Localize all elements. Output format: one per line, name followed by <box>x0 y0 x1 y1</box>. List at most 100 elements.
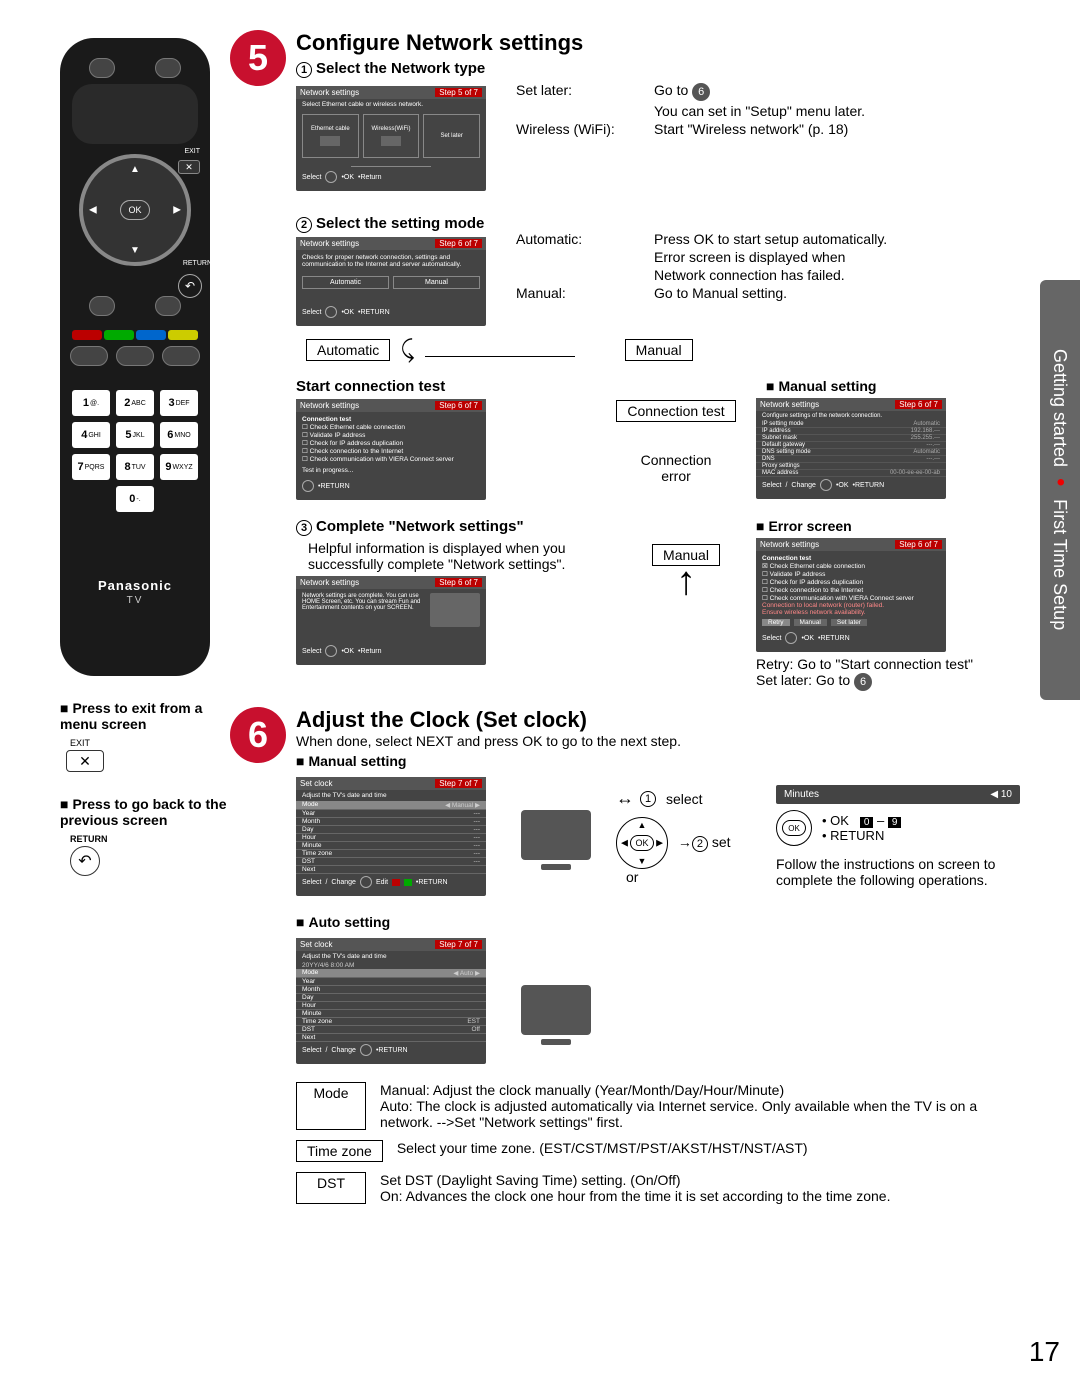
box-connection-test: Connection test <box>616 400 735 422</box>
remote-button[interactable] <box>155 296 181 316</box>
side-tab-dot: • <box>1047 478 1074 493</box>
arrow-down-icon[interactable]: ▼ <box>638 856 647 866</box>
remote-brand-sub: TV <box>70 595 200 606</box>
remote-yellow-button[interactable] <box>168 330 198 340</box>
manual-setting-heading: Manual setting <box>766 378 1020 394</box>
remote-button[interactable] <box>162 346 200 366</box>
setlater-text: Set later: Go to 6 <box>756 672 1020 691</box>
dpad-big[interactable]: ▲ ▼ ◀ ▶ OK <box>616 817 668 869</box>
step6-desc: When done, select NEXT and press OK to g… <box>296 733 1020 749</box>
arrow-up-icon: ↑ <box>636 566 736 596</box>
screen-connection-test: Network settingsStep 6 of 7 Connection t… <box>296 399 486 500</box>
follow-text: Follow the instructions on screen to com… <box>776 856 1020 888</box>
remote-display-zone: EXIT ✕ <box>72 84 198 144</box>
remote-exit-button[interactable]: ✕ <box>178 160 200 174</box>
hint-return-label: RETURN <box>70 834 240 844</box>
arrow-right-icon[interactable]: ▶ <box>173 205 181 216</box>
remote-dpad[interactable]: ▲ ▼ ◀ ▶ OK <box>79 154 191 266</box>
hint-exit-title: Press to exit from a menu screen <box>60 700 240 732</box>
sub3-desc: Helpful information is displayed when yo… <box>308 540 616 572</box>
box-dst: DST <box>296 1172 366 1204</box>
arrow-left-icon[interactable]: ◀ <box>621 838 628 849</box>
remote-button[interactable] <box>89 296 115 316</box>
retry-text: Retry: Go to "Start connection test" <box>756 656 1020 672</box>
manual-setting-6: Manual setting <box>296 753 1020 769</box>
screen-auto-clock: Set clockStep 7 of 7 Adjust the TV's dat… <box>296 938 486 1064</box>
remote-ok-button[interactable]: OK <box>120 200 150 220</box>
mode-desc: Manual: Adjust the clock manually (Year/… <box>380 1082 1020 1130</box>
key-5[interactable]: 5JKL <box>116 422 154 448</box>
key-1[interactable]: 1@. <box>72 390 110 416</box>
start-connection-test: Start connection test <box>296 378 596 395</box>
return-button-icon[interactable]: ↶ <box>70 846 100 876</box>
key-7[interactable]: 7PQRS <box>72 454 110 480</box>
key-3[interactable]: 3DEF <box>160 390 198 416</box>
arrow-down-icon: ⤹ <box>400 336 414 364</box>
screen-complete: Network settingsStep 6 of 7 Network sett… <box>296 576 486 665</box>
arrow-up-icon[interactable]: ▲ <box>638 820 647 830</box>
side-tab: Getting started • First Time Setup <box>1040 280 1080 700</box>
step5-right2: Automatic:Press OK to start setup automa… <box>516 231 887 303</box>
screen-setting-mode: Network settingsStep 6 of 7 Checks for p… <box>296 237 486 326</box>
step5-badge: 5 <box>230 30 286 86</box>
screen-manual-setting: Network settingsStep 6 of 7 Configure se… <box>756 398 946 499</box>
side-tab-line1: Getting started <box>1050 349 1070 467</box>
step6-title: Adjust the Clock (Set clock) <box>296 707 1020 733</box>
key-0[interactable]: 0-. <box>116 486 154 512</box>
remote-control: EXIT ✕ ▲ ▼ ◀ ▶ OK RETURN ↶ 1@. 2ABC 3DEF… <box>60 38 210 676</box>
arrow-down-icon[interactable]: ▼ <box>130 245 140 256</box>
tz-desc: Select your time zone. (EST/CST/MST/PST/… <box>397 1140 808 1162</box>
remote-keypad: 1@. 2ABC 3DEF 4GHI 5JKL 6MNO 7PQRS 8TUV … <box>72 390 198 512</box>
screen-network-type: Network settingsStep 5 of 7 Select Ether… <box>296 86 486 191</box>
step5-sub3: 3Complete "Network settings" <box>296 518 616 536</box>
box-timezone: Time zone <box>296 1140 383 1162</box>
remote-blue-button[interactable] <box>136 330 166 340</box>
step6-badge: 6 <box>230 707 286 763</box>
screen-error: Network settingsStep 6 of 7 Connection t… <box>756 538 946 652</box>
dpad-mini[interactable]: OK <box>776 810 812 846</box>
error-screen-heading: Error screen <box>756 518 1020 534</box>
remote-red-button[interactable] <box>72 330 102 340</box>
step5-sub1: 1Select the Network type <box>296 60 1020 78</box>
side-tab-text: Getting started • First Time Setup <box>1046 349 1074 630</box>
box-mode: Mode <box>296 1082 366 1130</box>
key-4[interactable]: 4GHI <box>72 422 110 448</box>
remote-button[interactable] <box>70 346 108 366</box>
remote-return-button[interactable]: ↶ <box>178 274 202 298</box>
box-manual: Manual <box>625 339 693 361</box>
hint-exit-label: EXIT <box>70 738 240 748</box>
side-tab-line2: First Time Setup <box>1050 500 1070 631</box>
tv-icon <box>521 985 591 1035</box>
screen-manual-clock: Set clockStep 7 of 7 Adjust the TV's dat… <box>296 777 486 896</box>
remote-return-label: RETURN <box>183 260 212 267</box>
key-6[interactable]: 6MNO <box>160 422 198 448</box>
step5-sub2: 2Select the setting mode <box>296 215 496 233</box>
exit-button-icon[interactable]: ✕ <box>66 750 104 772</box>
remote-button[interactable] <box>116 346 154 366</box>
main-content: 5 Configure Network settings 1Select the… <box>230 30 1020 1204</box>
minutes-box: Minutes ◀ 10 <box>776 785 1020 804</box>
tv-icon <box>521 810 591 860</box>
step5-header: 5 Configure Network settings 1Select the… <box>230 30 1020 691</box>
key-2[interactable]: 2ABC <box>116 390 154 416</box>
step5-right1: Set later:Go to 6 You can set in "Setup"… <box>516 82 865 139</box>
key-9[interactable]: 9WXYZ <box>160 454 198 480</box>
connection-error: Connectionerror <box>616 452 736 484</box>
dst-desc: Set DST (Daylight Saving Time) setting. … <box>380 1172 890 1204</box>
page-number: 17 <box>1029 1336 1060 1368</box>
remote-color-buttons <box>72 330 198 340</box>
arrow-left-icon[interactable]: ◀ <box>89 205 97 216</box>
left-hints: Press to exit from a menu screen EXIT ✕ … <box>60 700 240 876</box>
box-automatic: Automatic <box>306 339 390 361</box>
ok-center[interactable]: OK <box>630 835 654 851</box>
key-8[interactable]: 8TUV <box>116 454 154 480</box>
arrow-right-icon[interactable]: ▶ <box>656 838 663 849</box>
step6-header: 6 Adjust the Clock (Set clock) When done… <box>230 707 1020 1204</box>
hint-return-title: Press to go back to the previous screen <box>60 796 240 828</box>
remote-button[interactable] <box>155 58 181 78</box>
remote-brand: Panasonic <box>70 578 200 593</box>
auto-setting-6: Auto setting <box>296 914 1020 930</box>
remote-green-button[interactable] <box>104 330 134 340</box>
arrow-up-icon[interactable]: ▲ <box>130 164 140 175</box>
remote-button[interactable] <box>89 58 115 78</box>
